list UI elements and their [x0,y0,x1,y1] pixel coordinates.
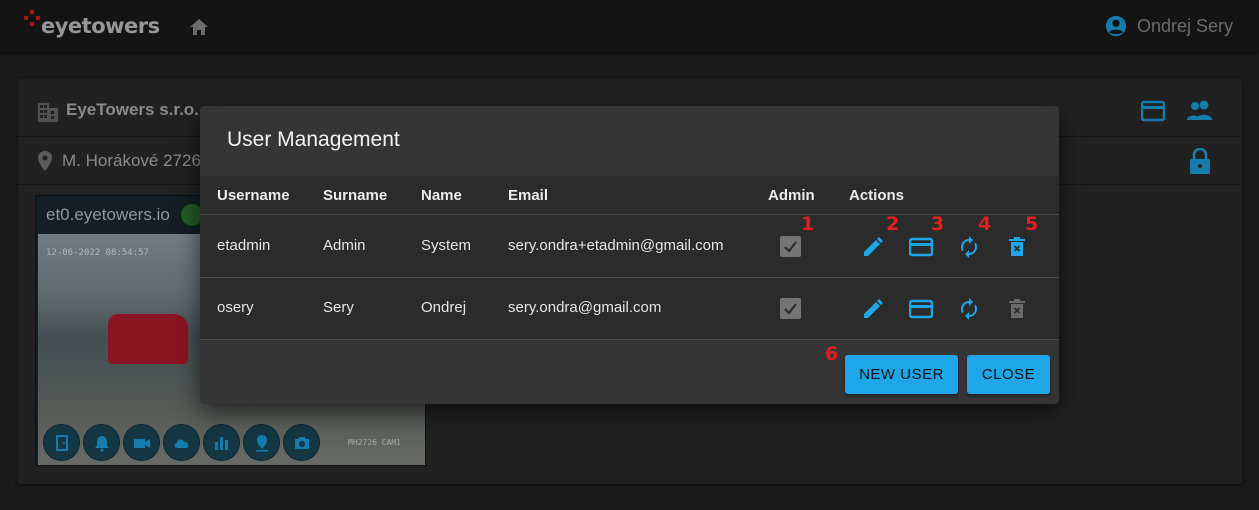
reset-user-button[interactable] [957,297,981,321]
user-management-dialog: User Management Username Surname Name Em… [200,106,1059,404]
marker-1: 1 [801,213,815,235]
trash-icon [1009,237,1025,256]
cell-name: Ondrej [421,299,467,316]
marker-2: 2 [886,213,900,235]
check-icon [784,241,797,253]
marker-3: 3 [931,213,945,235]
dialog-title: User Management [227,128,400,151]
credit-card-icon [908,237,934,257]
close-button[interactable]: CLOSE [967,355,1050,394]
pencil-icon [864,299,883,318]
column-header-surname[interactable]: Surname [323,187,387,204]
refresh-icon [961,298,977,320]
table-header-row: Username Surname Name Email Admin Action… [200,176,1059,215]
column-header-admin[interactable]: Admin [768,187,815,204]
edit-user-button[interactable] [861,297,885,321]
pencil-icon [864,237,883,256]
cell-email: sery.ondra@gmail.com [508,299,662,316]
column-header-username[interactable]: Username [217,187,290,204]
column-header-actions: Actions [849,187,905,204]
delete-user-button[interactable] [1005,235,1029,259]
cell-surname: Admin [323,237,366,254]
users-table: Username Surname Name Email Admin Action… [200,176,1059,340]
cell-surname: Sery [323,299,354,316]
marker-5: 5 [1025,213,1039,235]
column-header-email[interactable]: Email [508,187,548,204]
trash-icon [1009,299,1025,318]
cell-email: sery.ondra+etadmin@gmail.com [508,237,724,254]
admin-checkbox[interactable] [780,298,801,319]
check-icon [784,303,797,315]
cell-username: etadmin [217,237,271,254]
reset-user-button[interactable] [957,235,981,259]
delete-user-button-disabled [1005,297,1029,321]
user-card-button[interactable] [908,297,934,321]
refresh-icon [961,236,977,258]
marker-4: 4 [978,213,992,235]
credit-card-icon [908,299,934,319]
marker-6: 6 [825,343,839,365]
admin-checkbox[interactable] [780,236,801,257]
edit-user-button[interactable] [861,235,885,259]
new-user-button[interactable]: NEW USER [845,355,958,394]
user-card-button[interactable] [908,235,934,259]
table-row: osery Sery Ondrej sery.ondra@gmail.com [200,278,1059,340]
cell-name: System [421,237,472,254]
column-header-name[interactable]: Name [421,187,462,204]
cell-username: osery [217,299,254,316]
